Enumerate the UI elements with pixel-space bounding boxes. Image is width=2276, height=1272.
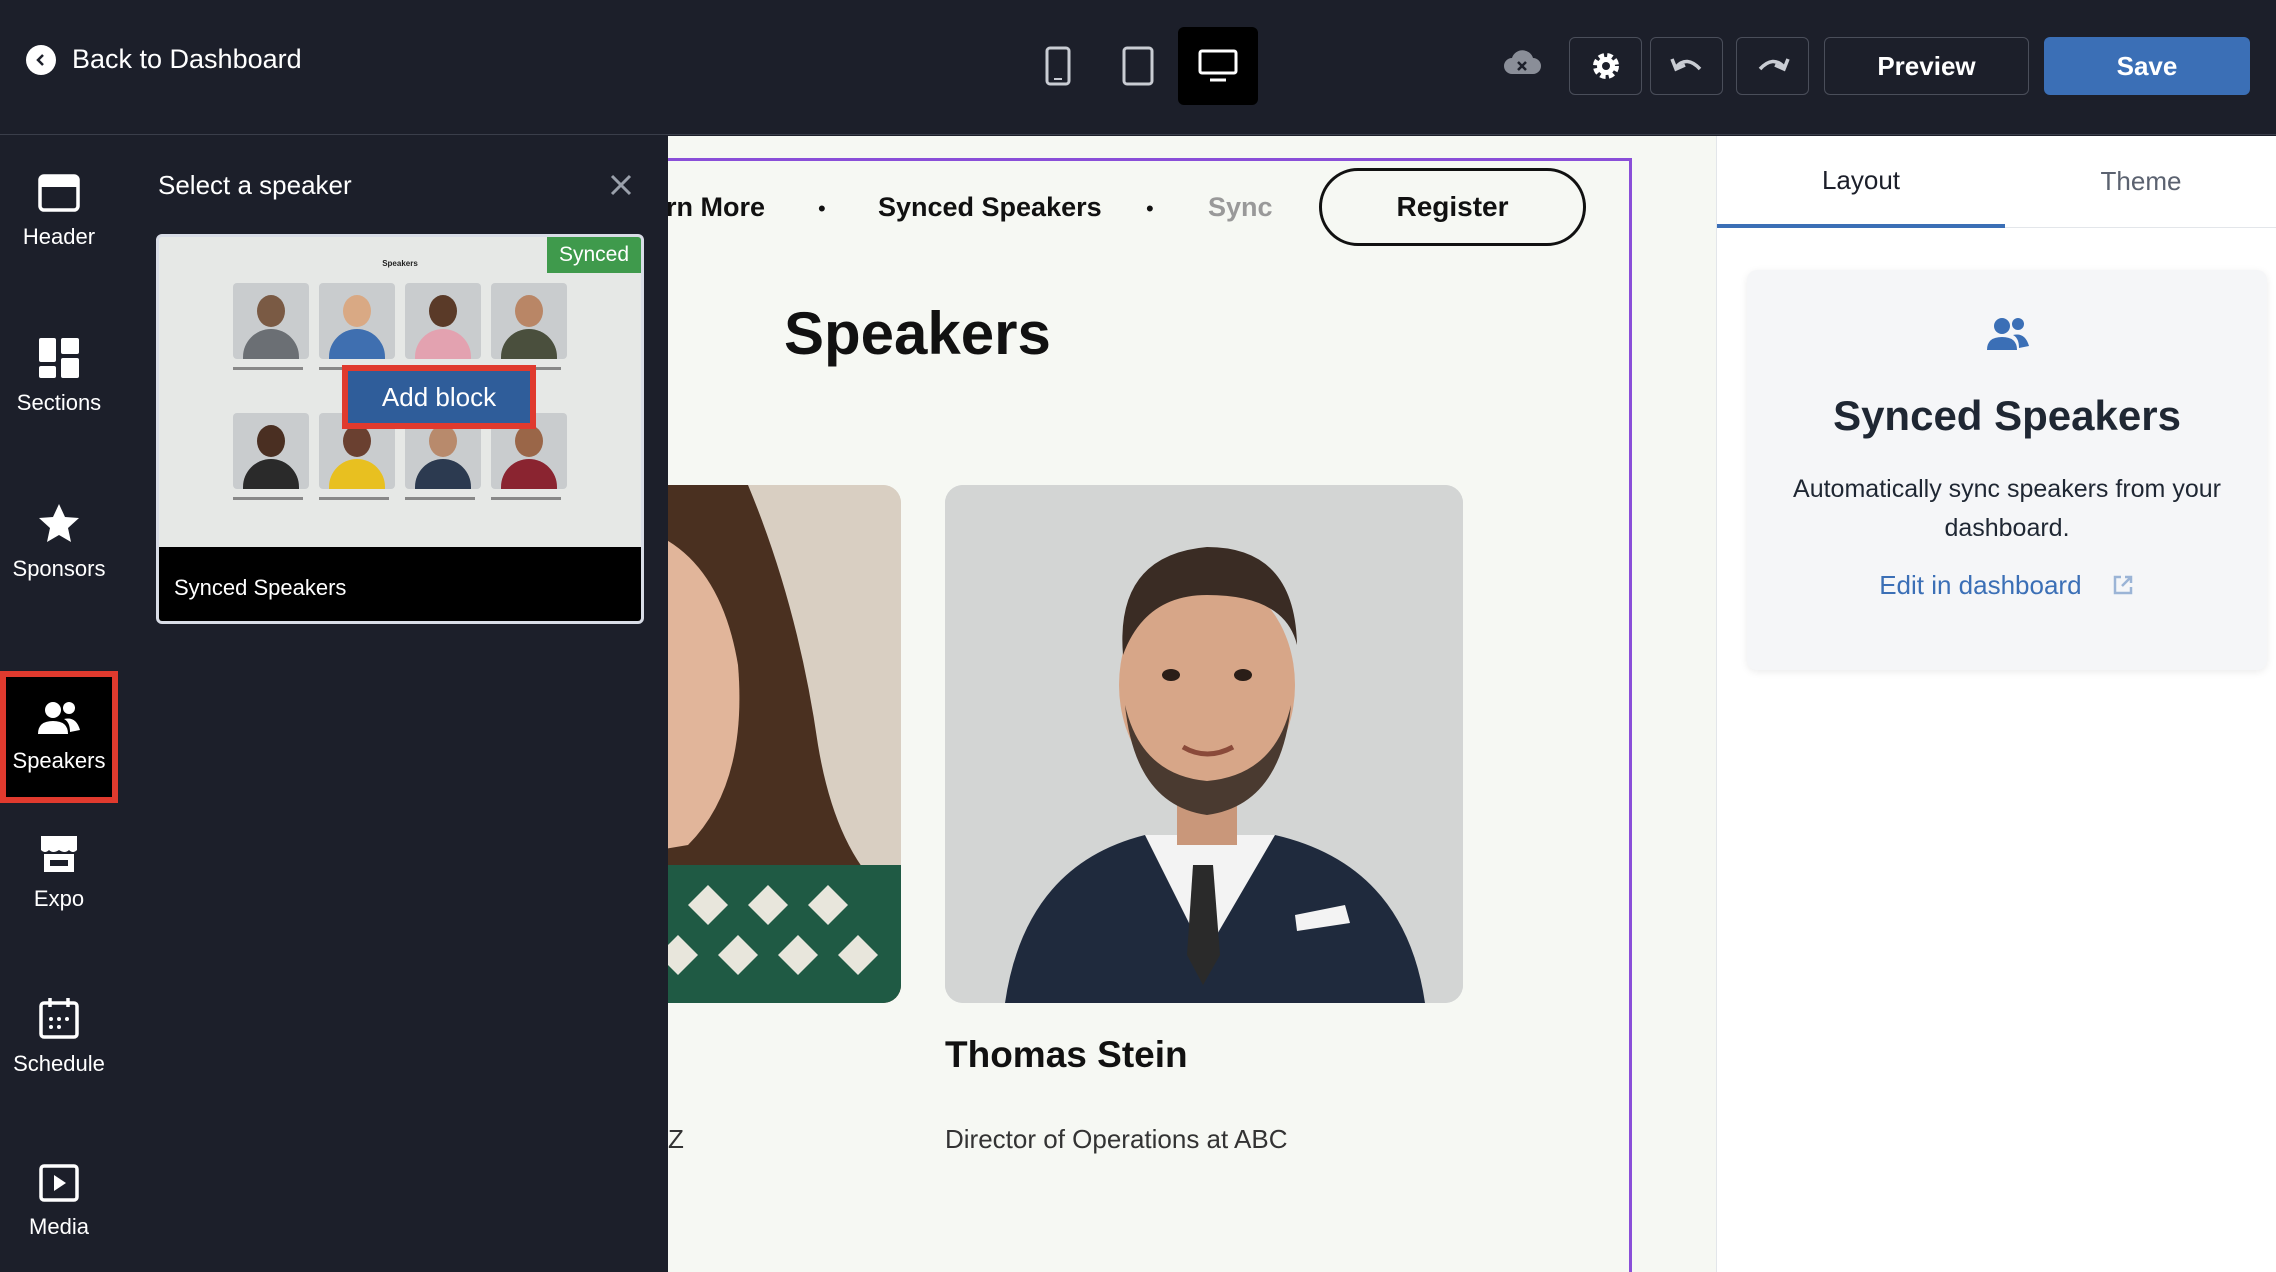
people-icon [1985,316,2031,357]
star-icon [39,504,79,542]
redo-icon [1758,58,1790,72]
edit-in-dashboard-link[interactable]: Edit in dashboard [1747,570,2267,601]
header-icon [38,174,80,212]
speaker-role: Director of Operations at ABC [945,1124,1288,1154]
rail-label: Sponsors [12,556,106,581]
tablet-view-button[interactable] [1098,27,1178,105]
rail-label: Media [29,1214,89,1239]
rail-label: Sections [16,390,102,415]
add-block-button[interactable]: Add block [342,365,536,429]
speaker-photo-thomas-stein [945,485,1463,1003]
external-link-icon [2113,575,2133,595]
back-to-dashboard-link[interactable]: Back to Dashboard [26,44,302,75]
thumbnail-caption [491,497,561,500]
rail-label: Schedule [13,1051,105,1076]
synced-speakers-card[interactable]: Speakers Add block Synced Synced Speaker… [156,234,644,624]
tab-theme[interactable]: Theme [2005,136,2276,228]
desktop-view-button[interactable] [1178,27,1258,105]
rail-label: Speakers [12,748,106,773]
tab-layout[interactable]: Layout [1717,136,2005,228]
redo-button[interactable] [1736,37,1809,95]
nav-separator: • [1146,196,1154,221]
properties-panel: Layout Theme Synced Speakers Automatical… [1716,136,2276,1272]
cloud-sync-icon[interactable] [1502,46,1542,85]
undo-button[interactable] [1650,37,1723,95]
undo-icon [1669,58,1701,72]
speaker-name: Thomas Stein [945,1034,1188,1075]
speaker-role-cropped: Z [668,1124,684,1154]
nav-link-synced-speakers[interactable]: Synced Speakers [878,192,1102,223]
thumbnail-speaker-photo [233,413,309,489]
rail-label: Expo [33,886,85,911]
rail-item-media[interactable]: Media [0,1136,118,1268]
mobile-icon [1045,46,1071,86]
rail-item-speakers[interactable]: Speakers [0,671,118,803]
register-button[interactable]: Register [1319,168,1586,246]
gear-icon [1592,53,1619,79]
drawer-title: Select a speaker [158,170,352,200]
people-icon [38,702,80,734]
rail-item-sections[interactable]: Sections [0,311,118,443]
top-bar: Back to Dashboard Preview Save [0,0,2276,135]
left-rail: Header Sections Sponsors Speakers Expo S… [0,136,118,1272]
play-icon [39,1164,79,1202]
thumbnail-speaker-photo [319,283,395,359]
card-footer-label: Synced Speakers [159,547,641,621]
thumbnail-caption [405,497,475,500]
rail-item-expo[interactable]: Expo [0,806,118,938]
desktop-icon [1198,49,1238,82]
card-thumbnail: Speakers Add block Synced [159,237,641,547]
sections-icon [39,338,79,378]
thumbnail-speaker-photo [405,283,481,359]
mobile-view-button[interactable] [1018,27,1098,105]
synced-speakers-info-card: Synced Speakers Automatically sync speak… [1747,270,2267,670]
nav-separator: • [818,196,826,221]
rail-item-header[interactable]: Header [0,146,118,278]
speakers-heading: Speakers [784,300,1051,367]
back-label: Back to Dashboard [72,44,302,74]
page-canvas: rn More • Synced Speakers • Sync Registe… [668,136,1716,1272]
rail-item-sponsors[interactable]: Sponsors [0,476,118,608]
info-card-title: Synced Speakers [1833,392,2181,439]
rail-label: Header [22,224,96,249]
speaker-photo-cropped [668,485,901,1003]
nav-link-learn-more[interactable]: rn More [668,192,765,223]
nav-link-sync[interactable]: Sync [1208,192,1272,223]
thumbnail-speaker-photo [233,283,309,359]
save-button[interactable]: Save [2044,37,2250,95]
settings-button[interactable] [1569,37,1642,95]
info-card-description: Automatically sync speakers from your da… [1793,475,2221,542]
edit-link-label: Edit in dashboard [1879,570,2082,600]
thumbnail-caption [233,497,303,500]
thumbnail-speaker-photo [491,283,567,359]
speaker-drawer: Select a speaker Speakers Add block Sync… [118,136,668,1272]
tablet-icon [1122,46,1154,86]
thumbnail-caption [233,367,303,370]
preview-button[interactable]: Preview [1824,37,2029,95]
rail-item-schedule[interactable]: Schedule [0,971,118,1103]
synced-badge: Synced [546,237,641,273]
back-arrow-icon [26,44,56,75]
store-icon [41,836,77,872]
calendar-icon [39,998,79,1039]
thumbnail-caption [319,497,389,500]
close-icon[interactable] [606,170,636,200]
